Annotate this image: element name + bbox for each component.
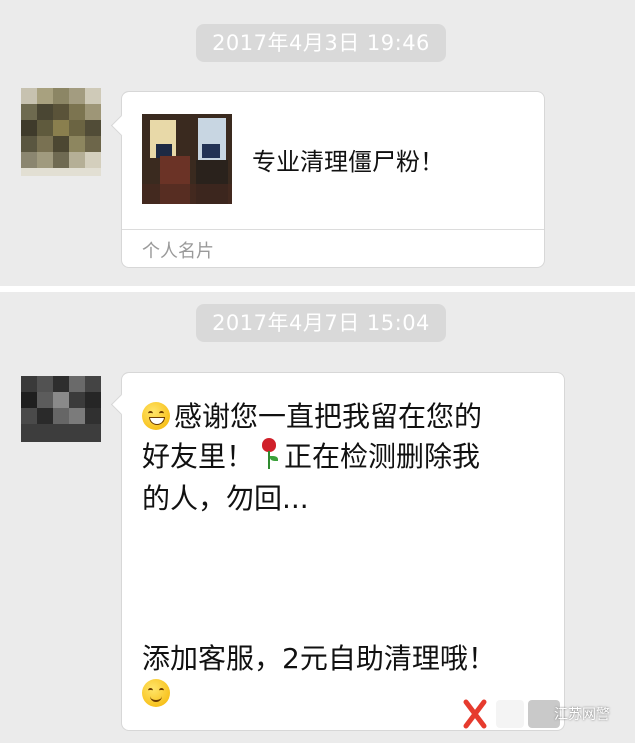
grinning-face-icon	[142, 402, 170, 430]
bubble-tail	[110, 114, 133, 137]
avatar[interactable]	[21, 376, 101, 442]
message-line: 感谢您一直把我留在您的	[142, 395, 482, 435]
contact-card-type: 个人名片	[142, 241, 214, 262]
chat-panel-1: 2017年4月3日 19:46 专业清理僵尸粉！ 个人名片	[0, 0, 635, 286]
watermark-text: 江苏网警	[554, 707, 610, 723]
message-text: 正在检测删除我	[284, 440, 481, 473]
chat-panel-2: 2017年4月7日 15:04 感谢您一直把我留在您的 好友里！ 正在检测删除我 …	[0, 292, 635, 743]
message-line: 好友里！ 正在检测删除我	[142, 435, 480, 475]
rose-icon	[256, 438, 282, 470]
smiling-face-icon	[142, 679, 170, 707]
message-line: 添加客服，2元自助清理哦！	[142, 642, 496, 675]
contact-card-photo	[142, 114, 232, 204]
card-divider	[122, 229, 544, 230]
bubble-tail	[110, 393, 133, 416]
message-line	[142, 677, 174, 710]
contact-card-name: 专业清理僵尸粉！	[252, 148, 444, 176]
avatar[interactable]	[21, 88, 101, 176]
timestamp-label: 2017年4月7日 15:04	[196, 304, 446, 342]
message-text: 感谢您一直把我留在您的	[174, 400, 483, 433]
timestamp-label: 2017年4月3日 19:46	[196, 24, 446, 62]
message-line: 的人，勿回...	[142, 482, 309, 515]
text-message-bubble[interactable]: 感谢您一直把我留在您的 好友里！ 正在检测删除我 的人，勿回... 添加客服，2元…	[110, 372, 565, 731]
message-text: 好友里！	[142, 440, 255, 473]
watermark: 江苏网警	[462, 690, 632, 742]
watermark-logo	[463, 699, 560, 729]
contact-card-bubble[interactable]: 专业清理僵尸粉！ 个人名片	[110, 91, 545, 268]
